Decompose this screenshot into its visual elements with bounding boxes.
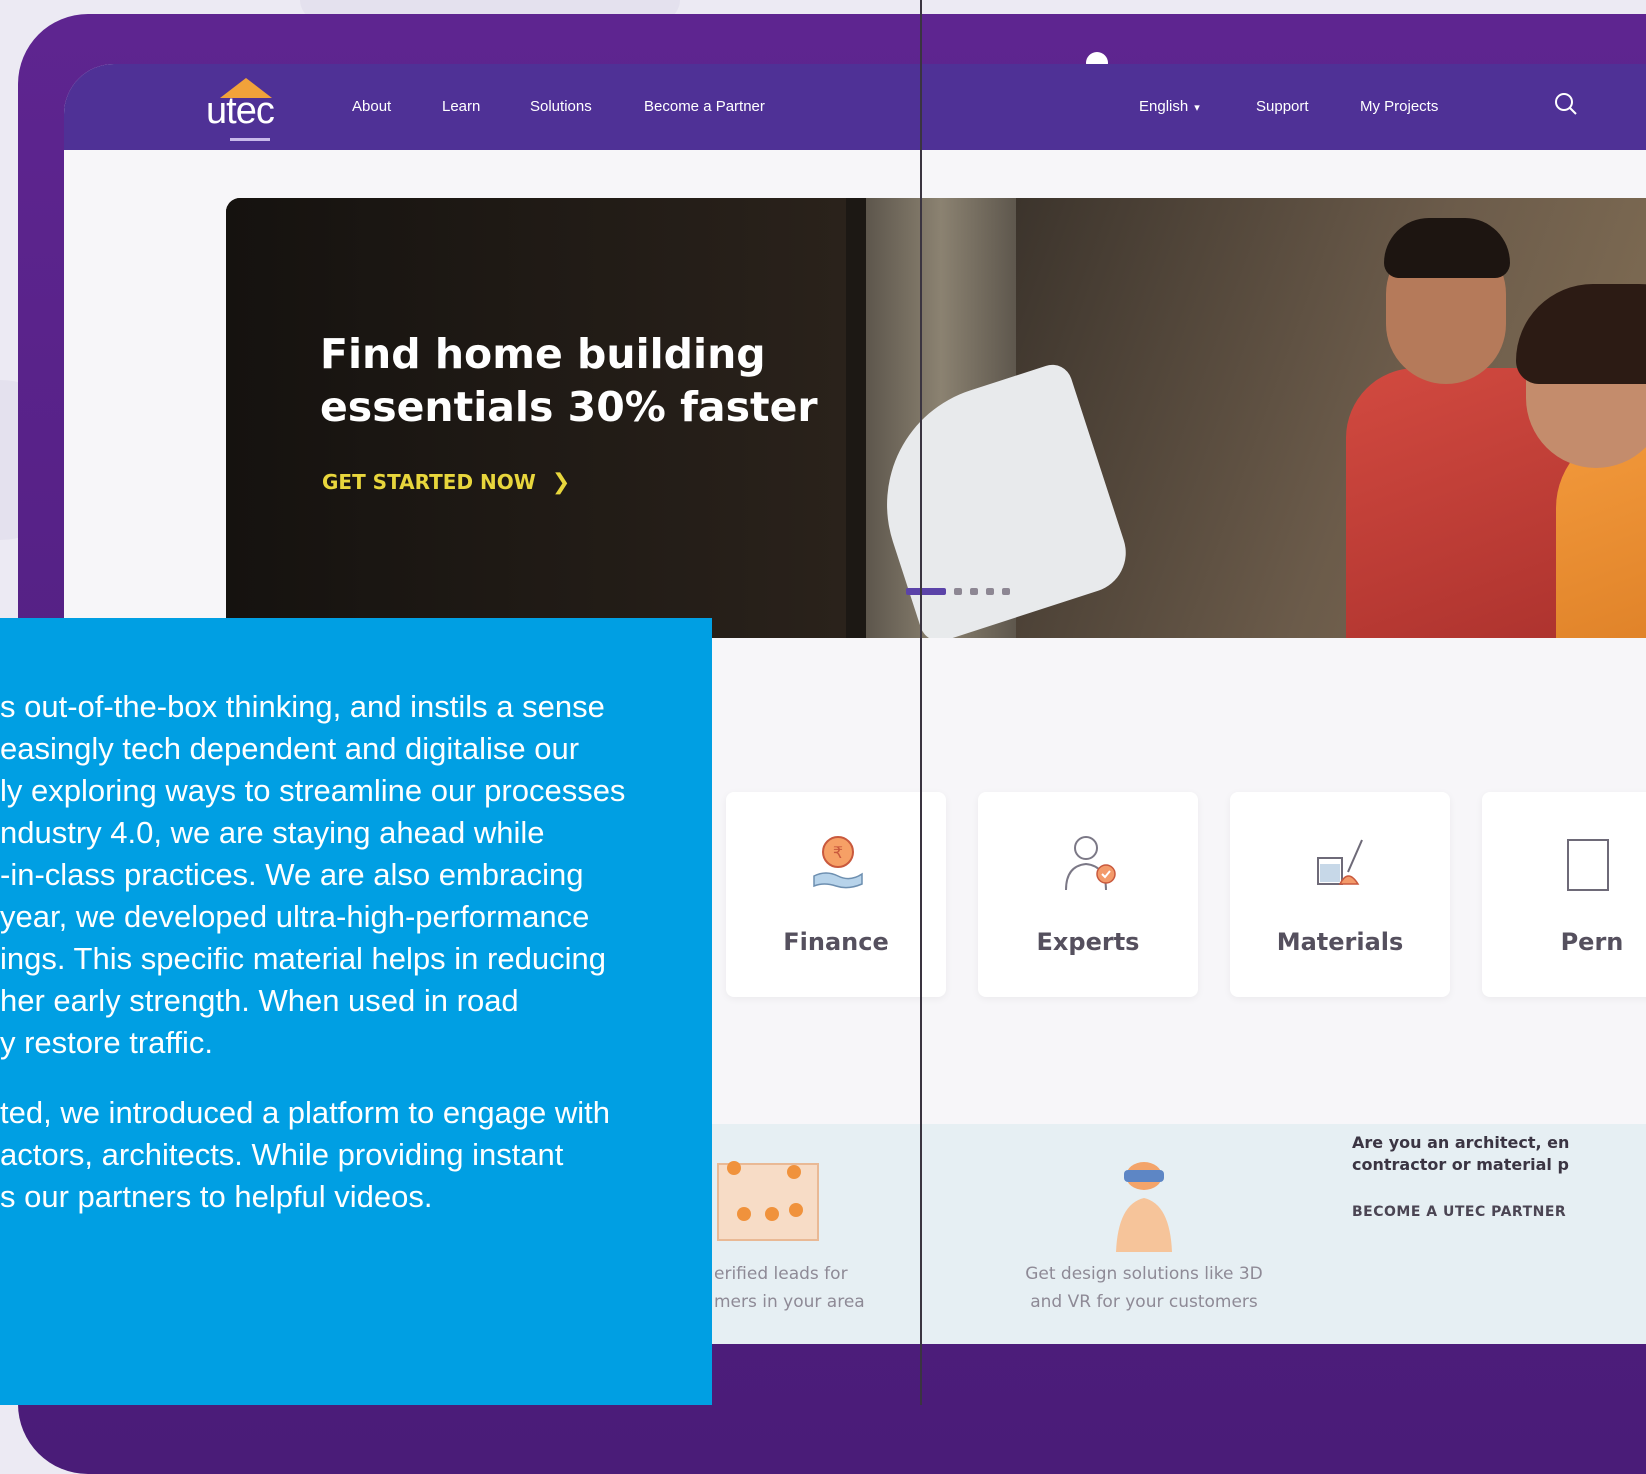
document-icon xyxy=(1567,839,1609,891)
vr-headset-person-icon xyxy=(1116,1162,1172,1252)
get-started-button[interactable]: GET STARTED NOW ❯ xyxy=(322,470,570,495)
overlay-line: year, we developed ultra-high-performanc… xyxy=(0,899,590,934)
overlay-line: ly exploring ways to streamline our proc… xyxy=(0,773,626,808)
design-solutions-text: Get design solutions like 3D and VR for … xyxy=(1004,1260,1284,1316)
nav-support-link[interactable]: Support xyxy=(1256,98,1309,115)
search-icon[interactable] xyxy=(1554,92,1578,116)
category-card-experts[interactable]: Experts xyxy=(978,792,1198,997)
category-label: Pern xyxy=(1560,928,1624,956)
hero-title-line: Find home building xyxy=(320,330,766,378)
nav-become-partner-link[interactable]: Become a Partner xyxy=(644,98,765,115)
category-card-finance[interactable]: ₹ Finance xyxy=(726,792,946,997)
hero-banner: Find home building essentials 30% faster… xyxy=(226,198,1646,638)
leads-text-line: mers in your area xyxy=(714,1292,865,1312)
leads-text: erified leads for mers in your area xyxy=(714,1260,865,1316)
logo-underline xyxy=(230,138,270,141)
chevron-right-icon: ❯ xyxy=(551,470,571,495)
carousel-dot[interactable] xyxy=(954,588,962,595)
utec-logo[interactable]: utec xyxy=(206,78,296,142)
carousel-dot[interactable] xyxy=(986,588,994,595)
vertical-divider-line xyxy=(920,0,922,1405)
carousel-dot[interactable] xyxy=(1002,588,1010,595)
carousel-dot[interactable] xyxy=(970,588,978,595)
overlay-line: her early strength. When used in road xyxy=(0,983,519,1018)
man-hair xyxy=(1384,218,1510,278)
category-label: Materials xyxy=(1276,928,1404,956)
become-partner-link[interactable]: BECOME A UTEC PARTNER xyxy=(1352,1204,1566,1220)
expert-person-icon xyxy=(1065,836,1116,891)
overlay-line: -in-class practices. We are also embraci… xyxy=(0,857,584,892)
category-card-materials[interactable]: Materials xyxy=(1230,792,1450,997)
design-text-line: Get design solutions like 3D xyxy=(1025,1264,1263,1284)
logo-text: utec xyxy=(206,90,275,132)
svg-text:₹: ₹ xyxy=(833,843,843,862)
nav-my-projects-link[interactable]: My Projects xyxy=(1360,98,1438,115)
leads-text-line: erified leads for xyxy=(714,1264,848,1284)
partner-question-line: Are you an architect, en xyxy=(1352,1133,1570,1152)
overlay-line: ndustry 4.0, we are staying ahead while xyxy=(0,815,545,850)
partner-question-line: contractor or material p xyxy=(1352,1155,1569,1174)
hero-title-line: essentials 30% faster xyxy=(320,383,818,431)
overlay-line: s our partners to helpful videos. xyxy=(0,1179,433,1214)
design-text-line: and VR for your customers xyxy=(1030,1292,1258,1312)
nav-solutions-link[interactable]: Solutions xyxy=(530,98,592,115)
overlay-line: actors, architects. While providing inst… xyxy=(0,1137,564,1172)
overlay-line: s out-of-the-box thinking, and instils a… xyxy=(0,689,605,724)
overlay-line: ted, we introduced a platform to engage … xyxy=(0,1095,611,1130)
map-pins-icon xyxy=(717,1161,819,1241)
overlay-line: easingly tech dependent and digitalise o… xyxy=(0,731,580,766)
get-started-label: GET STARTED NOW xyxy=(322,470,536,494)
nav-about-link[interactable]: About xyxy=(352,98,391,115)
language-label: English xyxy=(1139,98,1189,115)
rupee-hand-icon: ₹ xyxy=(813,836,863,889)
overlay-line: ings. This specific material helps in re… xyxy=(0,941,606,976)
overlay-line: y restore traffic. xyxy=(0,1025,214,1060)
hero-title: Find home building essentials 30% faster xyxy=(320,328,840,434)
language-selector[interactable]: English ▾ xyxy=(1139,98,1200,115)
category-label: Experts xyxy=(1036,928,1140,956)
paint-bucket-shovel-icon xyxy=(1317,839,1363,885)
partner-question: Are you an architect, en contractor or m… xyxy=(1352,1132,1569,1176)
category-label: Finance xyxy=(783,928,889,956)
nav-learn-link[interactable]: Learn xyxy=(442,98,480,115)
top-navbar: utec About Learn Solutions Become a Part… xyxy=(64,64,1646,150)
carousel-dot-active[interactable] xyxy=(906,588,946,595)
caret-down-icon: ▾ xyxy=(1194,102,1200,114)
category-card-permits[interactable]: Pern xyxy=(1482,792,1646,997)
article-text-overlay: s out-of-the-box thinking, and instils a… xyxy=(0,618,712,1405)
